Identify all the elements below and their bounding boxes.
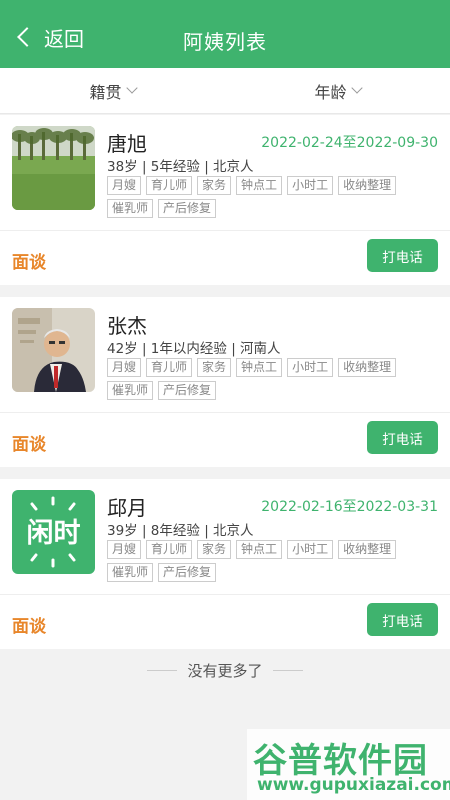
call-button[interactable]: 打电话 — [367, 239, 438, 272]
skill-tag: 育儿师 — [146, 540, 193, 559]
availability-date: 2022-02-24至2022-09-30 — [261, 135, 438, 151]
nanny-card[interactable]: 张杰 42岁 | 1年以内经验 | 河南人 月嫂 育儿师 家务 钟点工 小时工 收纳整理催… — [0, 297, 450, 467]
skill-tag: 产后修复 — [158, 381, 217, 400]
top-app-bar: 返回 阿姨列表 — [0, 0, 450, 68]
skill-tag: 育儿师 — [146, 176, 193, 195]
skill-tag: 小时工 — [287, 540, 334, 559]
skill-tag: 钟点工 — [236, 540, 283, 559]
app-logo: 闲时 — [12, 490, 95, 574]
skill-tag: 家务 — [197, 358, 232, 377]
divider — [147, 670, 178, 671]
availability-date: 2022-02-16至2022-03-31 — [261, 499, 438, 515]
skill-tag: 月嫂 — [107, 176, 142, 195]
chevron-down-icon — [125, 82, 138, 94]
filter-label: 年龄 — [314, 82, 347, 102]
interview-link[interactable]: 面谈 — [12, 430, 46, 455]
call-button[interactable]: 打电话 — [367, 421, 438, 454]
skill-tag: 收纳整理 — [338, 358, 397, 377]
skill-tag: 催乳师 — [107, 199, 154, 218]
divider — [272, 670, 303, 671]
filter-bar: 籍贯 年龄 — [0, 68, 450, 114]
no-more-text: 没有更多了 — [187, 662, 263, 680]
skill-tag: 钟点工 — [236, 176, 283, 195]
nanny-card[interactable]: 闲时 邱月 2022-02-16至2022-03-31 39岁 | 8年经验 |… — [0, 479, 450, 649]
avatar-photo — [12, 126, 95, 210]
card-info: 唐旭 2022-02-24至2022-09-30 38岁 | 5年经验 | 北京… — [0, 115, 450, 231]
page-title: 阿姨列表 — [183, 30, 267, 54]
filter-label: 籍贯 — [89, 82, 122, 102]
interview-link[interactable]: 面谈 — [12, 612, 46, 637]
card-info: 张杰 42岁 | 1年以内经验 | 河南人 月嫂 育儿师 家务 钟点工 小时工 收纳整理催… — [0, 297, 450, 413]
interview-link[interactable]: 面谈 — [12, 248, 46, 273]
avatar-photo — [12, 308, 95, 392]
card-info: 闲时 邱月 2022-02-16至2022-03-31 39岁 | 8年经验 |… — [0, 479, 450, 595]
filter-age[interactable]: 年龄 — [225, 68, 450, 113]
skill-tag: 催乳师 — [107, 563, 154, 582]
logo-text: 闲时 — [27, 518, 81, 549]
skill-tag: 月嫂 — [107, 358, 142, 377]
skill-tags: 月嫂 育儿师 家务 钟点工 小时工 收纳整理催乳师 产后修复 — [107, 358, 437, 404]
skill-tag: 小时工 — [287, 176, 334, 195]
nanny-name: 邱月 — [107, 496, 147, 520]
skill-tag: 钟点工 — [236, 358, 283, 377]
filter-native-place[interactable]: 籍贯 — [0, 68, 225, 113]
no-more-indicator: 没有更多了 — [0, 660, 450, 681]
skill-tag: 催乳师 — [107, 381, 154, 400]
nanny-meta: 39岁 | 8年经验 | 北京人 — [107, 523, 254, 539]
skill-tag: 收纳整理 — [338, 176, 397, 195]
watermark-en: www.gupuxiazai.com — [257, 775, 450, 795]
nanny-name: 唐旭 — [107, 132, 147, 156]
call-button[interactable]: 打电话 — [367, 603, 438, 636]
skill-tags: 月嫂 育儿师 家务 钟点工 小时工 收纳整理催乳师 产后修复 — [107, 176, 437, 222]
watermark: 谷普软件园 www.gupuxiazai.com — [247, 729, 450, 800]
skill-tag: 月嫂 — [107, 540, 142, 559]
skill-tag: 产后修复 — [158, 563, 217, 582]
chevron-down-icon — [350, 82, 363, 94]
nanny-name: 张杰 — [107, 314, 147, 338]
nanny-meta: 38岁 | 5年经验 | 北京人 — [107, 159, 254, 175]
skill-tag: 收纳整理 — [338, 540, 397, 559]
skill-tag: 产后修复 — [158, 199, 217, 218]
skill-tag: 育儿师 — [146, 358, 193, 377]
skill-tags: 月嫂 育儿师 家务 钟点工 小时工 收纳整理催乳师 产后修复 — [107, 540, 437, 586]
nanny-card[interactable]: 唐旭 2022-02-24至2022-09-30 38岁 | 5年经验 | 北京… — [0, 115, 450, 285]
skill-tag: 家务 — [197, 176, 232, 195]
skill-tag: 家务 — [197, 540, 232, 559]
skill-tag: 小时工 — [287, 358, 334, 377]
nanny-meta: 42岁 | 1年以内经验 | 河南人 — [107, 341, 281, 357]
